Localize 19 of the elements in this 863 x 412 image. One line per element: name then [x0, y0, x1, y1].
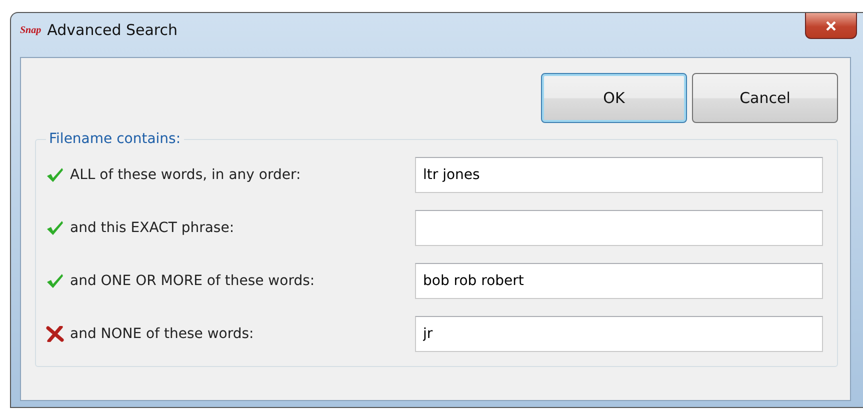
cancel-button[interactable]: Cancel: [692, 73, 838, 123]
checkmark-icon: [46, 167, 64, 183]
app-logo: Snap: [20, 24, 42, 36]
window-title: Advanced Search: [47, 21, 178, 39]
field-label: and ONE OR MORE of these words:: [70, 273, 316, 289]
input-field[interactable]: bob rob robert: [415, 263, 823, 299]
field-label: and this EXACT phrase:: [70, 220, 236, 236]
group-legend: Filename contains:: [46, 131, 184, 147]
close-icon: [826, 20, 836, 30]
input-field[interactable]: jr: [415, 316, 823, 352]
checkmark-icon: [46, 220, 64, 236]
cross-icon: [46, 326, 64, 342]
field-label: and NONE of these words:: [70, 326, 255, 342]
field-label: ALL of these words, in any order:: [70, 167, 302, 183]
ok-button[interactable]: OK: [541, 73, 687, 123]
checkmark-icon: [46, 273, 64, 289]
close-button[interactable]: [805, 13, 857, 39]
input-field[interactable]: ltr jones: [415, 157, 823, 193]
input-field[interactable]: [415, 210, 823, 246]
